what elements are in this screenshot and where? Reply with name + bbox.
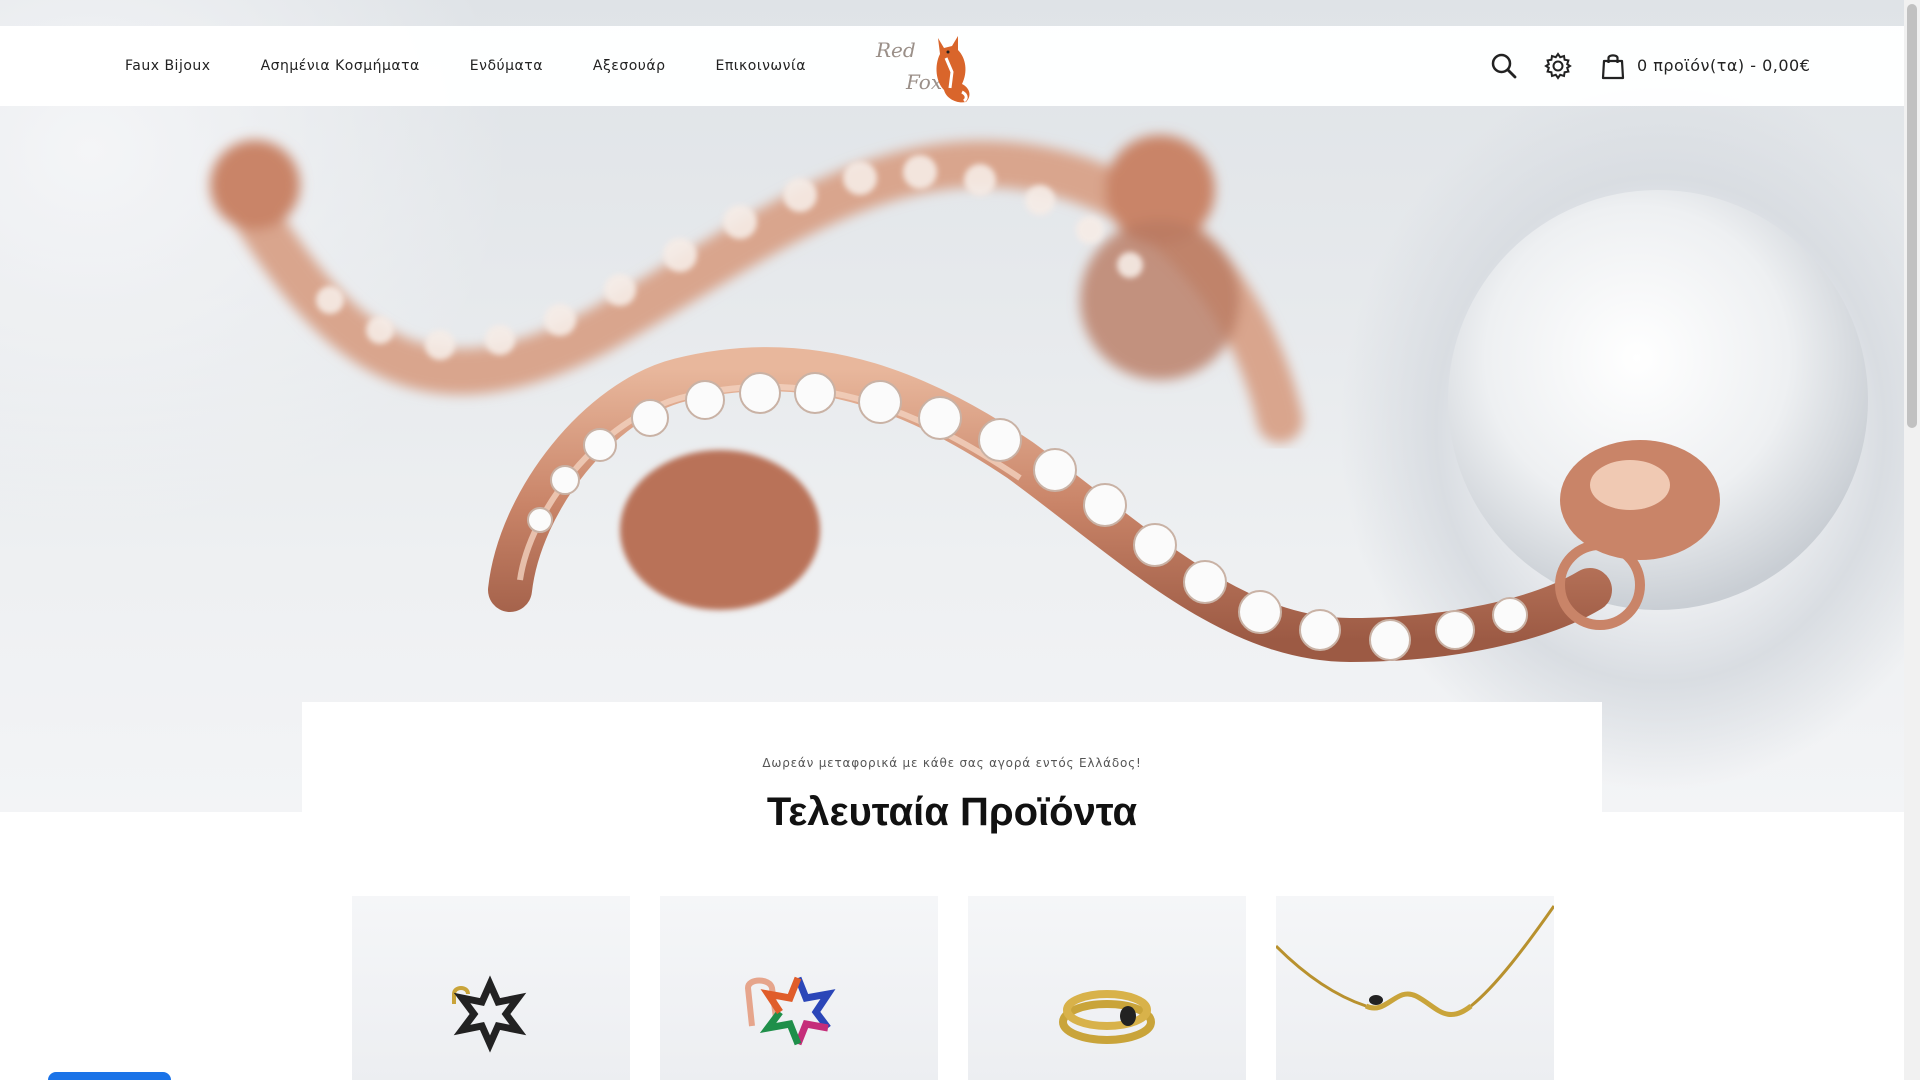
latest-products-section: Δωρεάν μεταφορικά με κάθε σας αγορά εντό… [302, 702, 1602, 1080]
nav-item-contact[interactable]: Επικοινωνία [716, 58, 806, 74]
product-image [744, 976, 836, 1046]
product-grid [352, 896, 1554, 1080]
cart-summary[interactable]: 0 προϊόν(τα) - 0,00€ [1637, 56, 1810, 75]
nav-item-accessories[interactable]: Αξεσουάρ [593, 58, 666, 74]
logo-text-red: Red [876, 38, 916, 62]
product-card-gold-snake-necklace[interactable] [1276, 896, 1554, 1080]
shopping-bag-icon[interactable] [1598, 51, 1628, 81]
main-nav: Faux Bijoux Ασημένια Κοσμήματα Ενδύματα … [125, 26, 856, 106]
page-scrollbar[interactable] [1904, 0, 1920, 1080]
nav-item-faux-bijoux[interactable]: Faux Bijoux [125, 58, 211, 74]
product-image [1276, 905, 1554, 1018]
section-title: Τελευταία Προϊόντα [766, 790, 1138, 834]
product-card-gold-snake-ring[interactable] [968, 896, 1246, 1080]
nav-item-clothing[interactable]: Ενδύματα [470, 58, 543, 74]
chat-widget-button[interactable] [48, 1072, 171, 1080]
search-icon[interactable] [1489, 51, 1519, 81]
hero-banner [0, 0, 1904, 812]
product-image [1059, 990, 1155, 1044]
free-shipping-note: Δωρεάν μεταφορικά με κάθε σας αγορά εντό… [762, 756, 1142, 770]
product-card-black-star-earring[interactable] [352, 896, 630, 1080]
site-logo[interactable]: Red Fox [872, 30, 984, 104]
nav-item-silver-jewelry[interactable]: Ασημένια Κοσμήματα [261, 58, 420, 74]
scrollbar-thumb[interactable] [1907, 4, 1917, 428]
fox-icon [936, 36, 970, 103]
hero-image [210, 135, 1868, 663]
product-image [452, 975, 527, 1053]
site-header: Faux Bijoux Ασημένια Κοσμήματα Ενδύματα … [0, 26, 1904, 106]
gear-icon[interactable] [1543, 51, 1573, 81]
product-card-multicolor-star-earring[interactable] [660, 896, 938, 1080]
